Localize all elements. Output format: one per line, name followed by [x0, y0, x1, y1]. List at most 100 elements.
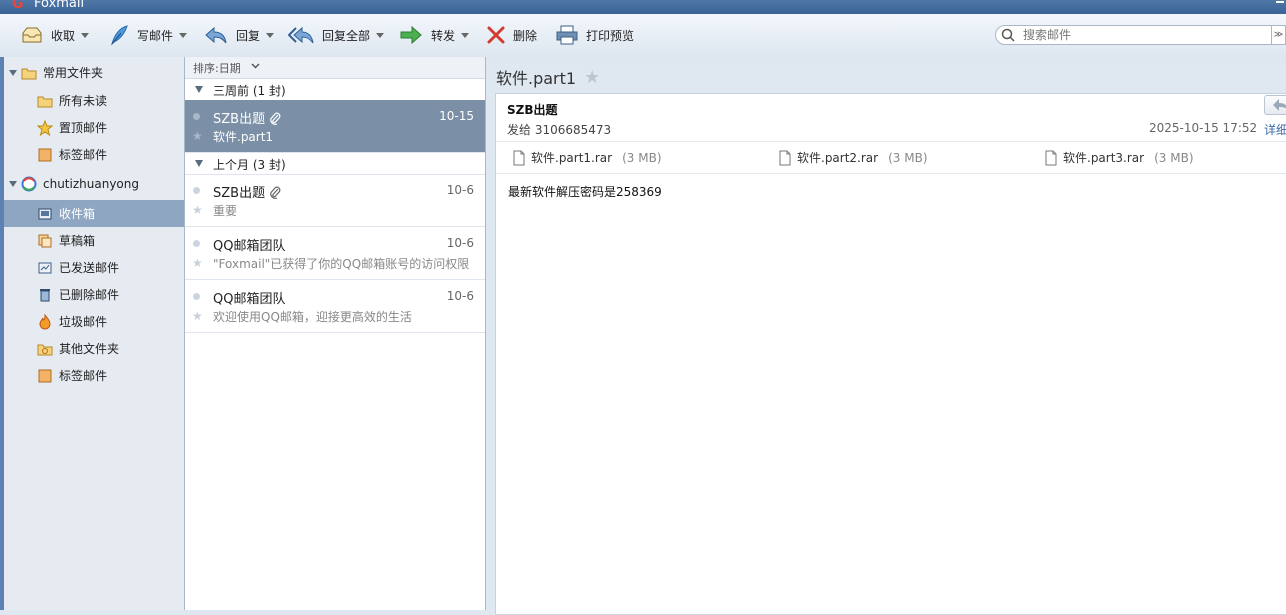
reply-button[interactable]: 回复 — [204, 22, 275, 48]
message-date: 10-6 — [446, 183, 474, 197]
star-icon — [37, 119, 53, 136]
delete-button[interactable]: 删除 — [487, 22, 537, 48]
forward-button[interactable]: 转发 — [399, 22, 470, 48]
attachment-item[interactable]: 软件.part1.rar (3 MB) — [513, 149, 662, 166]
sender-name: SZB出题 — [213, 108, 281, 127]
details-link[interactable]: 详细 — [1264, 121, 1286, 138]
reply-all-arrow-icon — [288, 26, 314, 44]
reply-arrow-icon — [1273, 99, 1286, 111]
sidebar-item-drafts[interactable]: 草稿箱 — [4, 227, 184, 254]
sidebar-item-label: 标签邮件 — [59, 369, 108, 383]
sidebar-item-tagged[interactable]: 标签邮件 — [4, 141, 184, 168]
fire-icon — [39, 313, 51, 329]
search-input[interactable] — [1021, 27, 1255, 43]
recipient-line: 发给 3106685473 — [507, 123, 612, 137]
folder-icon — [21, 68, 37, 79]
collapse-arrow-icon[interactable] — [195, 86, 203, 93]
attachment-name: 软件.part1.rar — [531, 151, 613, 165]
star-icon[interactable]: ★ — [584, 67, 600, 88]
qq-account-icon — [21, 176, 37, 191]
sender-text: SZB出题 — [213, 186, 266, 201]
search-options-icon[interactable]: ≫ — [1272, 25, 1286, 45]
reply-all-button[interactable]: 回复全部 — [288, 22, 385, 48]
attachment-item[interactable]: 软件.part2.rar (3 MB) — [779, 149, 928, 166]
sender-name: QQ邮箱团队 — [213, 239, 286, 254]
receive-label: 收取 — [51, 28, 76, 43]
bookmark-icon — [38, 148, 52, 161]
group-header[interactable]: 上个月 (3 封) — [185, 153, 485, 175]
sidebar-item-pinned[interactable]: 置顶邮件 — [4, 114, 184, 141]
star-icon[interactable]: ★ — [192, 309, 203, 323]
feather-pen-icon — [111, 25, 128, 46]
file-icon — [1045, 150, 1057, 165]
message-date: 10-6 — [446, 236, 474, 250]
list-item[interactable]: SZB出题 10-6 ★ 重要 — [185, 174, 485, 227]
email-body: 最新软件解压密码是258369 — [508, 185, 662, 199]
attachment-size: (3 MB) — [1154, 150, 1194, 165]
print-preview-button[interactable]: 打印预览 — [556, 22, 634, 48]
chevron-down-icon[interactable] — [461, 32, 470, 38]
account-chutizhuanyong[interactable]: chutizhuanyong — [4, 170, 184, 197]
group-header[interactable]: 三周前 (1 封) — [185, 79, 485, 101]
message-preview: 重要 — [213, 204, 238, 218]
sidebar-item-unread[interactable]: 所有未读 — [4, 87, 184, 114]
attachment-name: 软件.part3.rar — [1063, 151, 1145, 165]
chevron-down-icon[interactable] — [81, 32, 90, 38]
folder-pane: 常用文件夹 所有未读 置顶邮件 标签邮件 chutizhuanyong 收件箱 … — [4, 57, 185, 610]
group-label: 上个月 (3 封) — [213, 158, 286, 172]
folder-group-common[interactable]: 常用文件夹 — [4, 59, 184, 86]
inbox-tray-icon — [22, 27, 42, 43]
expand-arrow-icon[interactable] — [9, 180, 17, 187]
forward-label: 转发 — [431, 28, 456, 43]
email-datetime: 2025-10-15 17:52 — [1149, 121, 1258, 135]
message-preview: 软件.part1 — [213, 130, 274, 144]
star-icon[interactable]: ★ — [192, 256, 203, 270]
unread-dot-icon[interactable] — [193, 293, 200, 300]
compose-button[interactable]: 写邮件 — [109, 22, 188, 48]
list-item[interactable]: QQ邮箱团队 10-6 ★ "Foxmail"已获得了你的QQ邮箱账号的访问权限 — [185, 227, 485, 280]
sidebar-item-label: 标签邮件 — [59, 148, 108, 162]
message-date: 10-15 — [439, 109, 474, 123]
sidebar-item-sent[interactable]: 已发送邮件 — [4, 254, 184, 281]
group-label: 三周前 (1 封) — [213, 84, 286, 98]
bookmark-icon — [38, 369, 52, 382]
list-item[interactable]: QQ邮箱团队 10-6 ★ 欢迎使用QQ邮箱，迎接更高效的生活 — [185, 280, 485, 333]
list-item[interactable]: SZB出题 10-15 ★ 软件.part1 — [185, 100, 485, 153]
sidebar-item-label: 其他文件夹 — [59, 342, 120, 356]
message-preview: "Foxmail"已获得了你的QQ邮箱账号的访问权限 — [213, 257, 470, 271]
star-icon[interactable]: ★ — [192, 129, 203, 143]
receive-button[interactable]: 收取 — [21, 22, 90, 48]
unread-dot-icon[interactable] — [193, 240, 200, 247]
sidebar-item-label: 已删除邮件 — [59, 288, 120, 302]
chevron-down-icon[interactable] — [251, 61, 260, 70]
sidebar-item-deleted[interactable]: 已删除邮件 — [4, 281, 184, 308]
sort-bar[interactable]: 排序:日期 — [185, 57, 485, 79]
chevron-down-icon[interactable] — [266, 32, 275, 38]
sidebar-item-label: 所有未读 — [59, 94, 108, 108]
unread-dot-icon[interactable] — [193, 187, 200, 194]
print-preview-label: 打印预览 — [586, 28, 635, 43]
file-icon — [779, 150, 791, 165]
minimize-icon[interactable] — [1276, 1, 1284, 3]
quick-reply-button[interactable] — [1264, 95, 1286, 115]
star-icon[interactable]: ★ — [192, 203, 203, 217]
sender-name[interactable]: SZB出题 — [507, 101, 558, 118]
sidebar-item-inbox[interactable]: 收件箱 — [4, 200, 184, 227]
expand-arrow-icon[interactable] — [9, 69, 17, 76]
search-box[interactable] — [995, 25, 1272, 45]
collapse-arrow-icon[interactable] — [195, 160, 203, 167]
chevron-down-icon[interactable] — [179, 32, 188, 38]
foxmail-logo-icon: G — [12, 0, 24, 12]
sidebar-item-other[interactable]: 其他文件夹 — [4, 335, 184, 362]
email-card: SZB出题 发给 3106685473 2025-10-15 17:52 详细 … — [495, 93, 1286, 615]
attachment-item[interactable]: 软件.part3.rar (3 MB) — [1045, 149, 1194, 166]
title-bar: G Foxmail — [0, 0, 1286, 14]
message-list: 排序:日期 三周前 (1 封) SZB出题 10-15 ★ 软件.part1 上… — [185, 57, 486, 610]
delete-label: 删除 — [513, 28, 538, 43]
chevron-down-icon[interactable] — [376, 32, 385, 38]
sent-icon — [38, 262, 52, 273]
sort-label: 排序:日期 — [193, 62, 241, 75]
unread-dot-icon[interactable] — [193, 113, 200, 120]
sidebar-item-junk[interactable]: 垃圾邮件 — [4, 308, 184, 335]
sidebar-item-account-tagged[interactable]: 标签邮件 — [4, 362, 184, 389]
